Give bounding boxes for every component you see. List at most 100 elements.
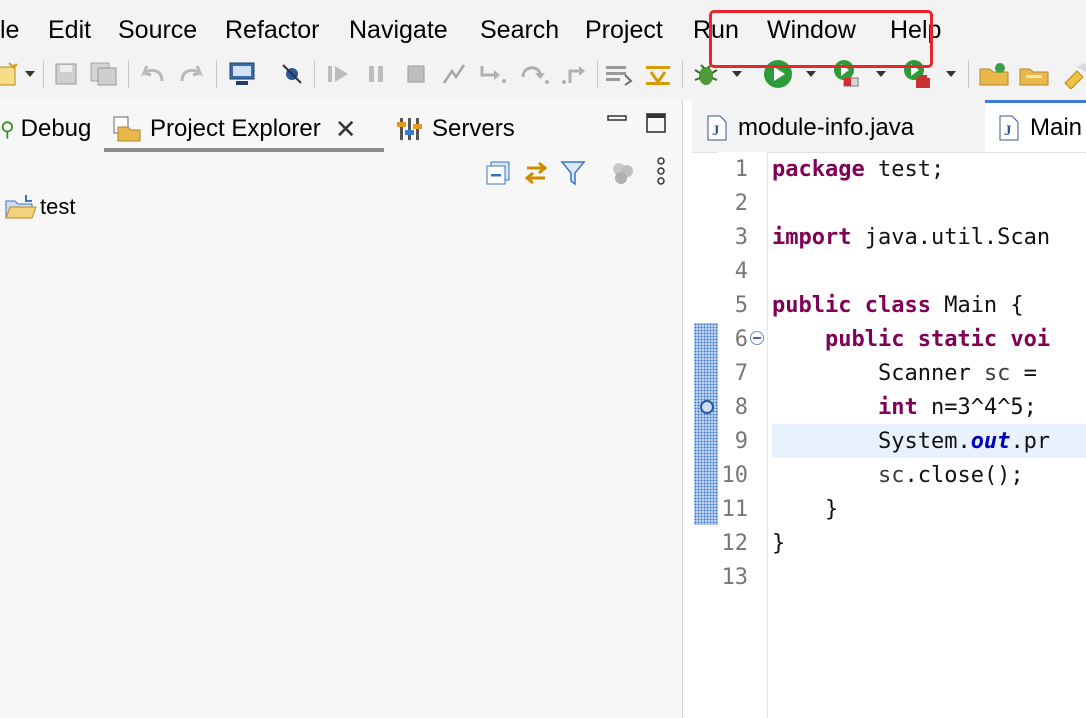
code-line-1: package test; — [772, 153, 944, 187]
close-icon[interactable]: ✕ — [335, 114, 357, 145]
working-sets-icon[interactable] — [608, 158, 638, 188]
line-number: 2 — [734, 191, 748, 216]
debug-icon[interactable] — [690, 58, 722, 90]
svg-text:J: J — [712, 123, 720, 139]
code-line-11: } — [772, 497, 839, 522]
resume-icon[interactable] — [322, 58, 354, 90]
use-step-filters-icon[interactable] — [642, 58, 674, 90]
step-into-icon[interactable] — [476, 58, 508, 90]
menu-window[interactable]: Window — [767, 15, 856, 45]
java-file-icon: J — [998, 114, 1020, 142]
active-tab-indicator — [104, 148, 384, 152]
code-keyword: import — [772, 225, 852, 250]
filter-icon[interactable] — [558, 158, 588, 188]
disconnect-icon[interactable] — [438, 58, 470, 90]
menu-edit[interactable]: Edit — [48, 15, 91, 45]
save-all-icon[interactable] — [88, 58, 120, 90]
tree-item-project[interactable]: test — [4, 190, 75, 224]
skip-breakpoints-icon[interactable] — [276, 58, 308, 90]
new-dropdown-chevron-icon[interactable] — [23, 66, 37, 82]
project-explorer-pane — [0, 100, 683, 718]
tab-servers[interactable]: Servers — [396, 108, 515, 150]
open-type-icon[interactable] — [1018, 58, 1050, 90]
view-menu-kebab-icon[interactable] — [646, 156, 676, 186]
tab-project-explorer[interactable]: Project Explorer ✕ — [112, 108, 357, 150]
code-text: Scanner — [877, 361, 984, 386]
code-line-12: } — [772, 531, 786, 556]
line-number: 8 — [734, 395, 748, 420]
code-variable: sc — [877, 463, 905, 488]
code-text: test; — [864, 157, 945, 182]
terminal-icon[interactable] — [226, 58, 258, 90]
run-dropdown-chevron-icon[interactable] — [804, 66, 818, 82]
code-static-field: out — [970, 429, 1011, 454]
menu-file[interactable]: le — [0, 15, 19, 45]
menu-help[interactable]: Help — [890, 15, 941, 45]
undo-icon[interactable] — [137, 58, 169, 90]
link-with-editor-icon[interactable] — [521, 158, 551, 188]
debug-dropdown-chevron-icon[interactable] — [730, 66, 744, 82]
menu-run[interactable]: Run — [693, 15, 739, 45]
coverage-dropdown-chevron-icon[interactable] — [874, 66, 888, 82]
suspend-icon[interactable] — [360, 58, 392, 90]
menu-source[interactable]: Source — [118, 15, 197, 45]
external-tools-icon[interactable] — [900, 58, 932, 90]
code-text: .close(); — [904, 463, 1024, 488]
toolbar-separator — [314, 60, 315, 88]
search-flashlight-icon[interactable] — [1058, 58, 1086, 90]
code-text: Main { — [930, 293, 1024, 318]
minimize-icon[interactable] — [602, 104, 632, 134]
run-icon[interactable] — [762, 58, 794, 90]
toolbar-separator — [128, 60, 129, 88]
code-variable: sc — [983, 361, 1011, 386]
step-over-icon[interactable] — [518, 58, 550, 90]
menu-navigate[interactable]: Navigate — [349, 15, 448, 45]
editor-tab-main[interactable]: J Main — [998, 110, 1082, 146]
step-return-icon[interactable] — [560, 58, 592, 90]
maximize-icon[interactable] — [641, 108, 671, 138]
tab-debug[interactable]: ⚲ Debug — [0, 108, 91, 150]
menu-bar: le Edit Source Refactor Navigate Search … — [0, 10, 1086, 50]
redo-icon[interactable] — [175, 58, 207, 90]
fold-collapse-icon[interactable] — [749, 330, 765, 346]
editor-tab-module-info[interactable]: J module-info.java — [706, 110, 914, 146]
toolbar-separator — [597, 60, 598, 88]
open-folder-icon[interactable] — [978, 58, 1010, 90]
window-title-strip — [0, 0, 1086, 10]
code-keyword: public class — [772, 293, 931, 318]
menu-project[interactable]: Project — [585, 15, 663, 45]
gutter-divider — [767, 152, 768, 718]
collapse-all-icon[interactable] — [483, 158, 513, 188]
code-line-5: public class Main { — [772, 289, 1024, 323]
java-file-icon: J — [706, 114, 728, 142]
code-line-3: import java.util.Scan — [772, 221, 1050, 255]
code-text: System. — [877, 429, 971, 454]
breakpoint-marker-icon[interactable] — [698, 398, 716, 416]
drop-to-frame-icon[interactable] — [602, 58, 634, 90]
line-number: 1 — [734, 157, 748, 182]
terminate-icon[interactable] — [400, 58, 432, 90]
code-line-6: public static voi — [772, 323, 1050, 357]
toolbar-separator — [682, 60, 683, 88]
line-number: 6 — [734, 327, 748, 352]
save-icon[interactable] — [50, 58, 82, 90]
code-keyword: int — [877, 395, 918, 420]
coverage-icon[interactable] — [830, 58, 862, 90]
code-text: java.util.Scan — [851, 225, 1051, 250]
project-folder-icon — [4, 193, 38, 221]
external-tools-dropdown-chevron-icon[interactable] — [944, 66, 958, 82]
line-number: 7 — [734, 361, 748, 386]
menu-search[interactable]: Search — [480, 15, 559, 45]
debug-bug-icon: ⚲ — [0, 118, 15, 141]
menu-refactor[interactable]: Refactor — [225, 15, 319, 45]
line-number: 4 — [734, 259, 748, 284]
code-line-8: int n=3^4^5; — [772, 391, 1037, 425]
code-line-10: sc.close(); — [772, 459, 1024, 493]
left-view-tabs: ⚲ Debug Project Explorer ✕ Servers — [0, 100, 682, 154]
line-number: 5 — [734, 293, 748, 318]
new-wizard-icon[interactable] — [0, 58, 24, 90]
